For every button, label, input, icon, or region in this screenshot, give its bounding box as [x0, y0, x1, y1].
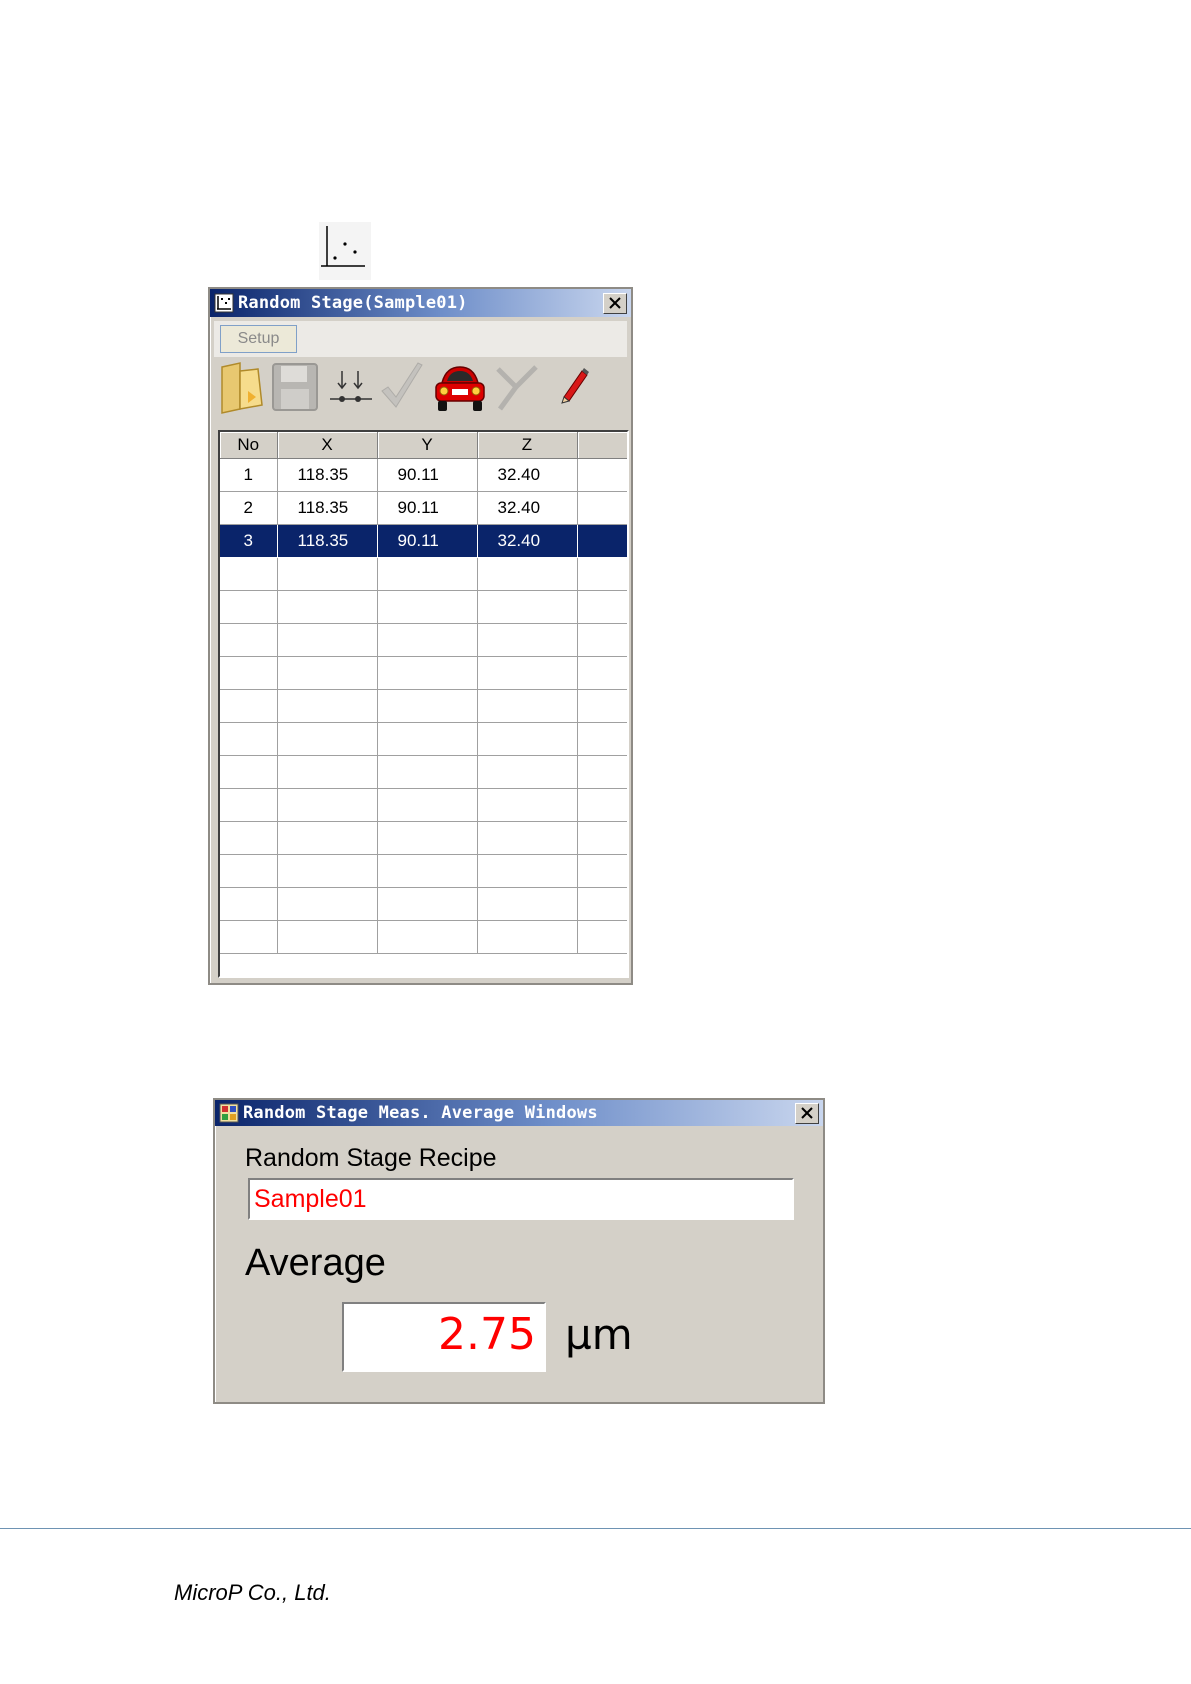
cell-z[interactable]: 32.40	[477, 458, 578, 492]
table-row[interactable]: 1 118.35 90.11 32.40	[220, 458, 627, 492]
empty-row[interactable]	[220, 689, 627, 723]
empty-row[interactable]	[220, 755, 627, 789]
table-row[interactable]: 2 118.35 90.11 32.40	[220, 491, 627, 525]
cell-extra[interactable]	[577, 524, 627, 558]
save-disk-icon[interactable]	[270, 361, 320, 413]
cell-y[interactable]: 90.11	[377, 458, 478, 492]
cell-y[interactable]: 90.11	[377, 491, 478, 525]
add-point-icon[interactable]	[328, 361, 374, 413]
table-row-selected[interactable]: 3 118.35 90.11 32.40	[220, 524, 627, 558]
recipe-name-field[interactable]: Sample01	[248, 1178, 794, 1220]
cell-extra[interactable]	[577, 491, 627, 525]
delete-x-icon[interactable]	[492, 361, 542, 413]
folder-open-icon[interactable]	[218, 361, 264, 415]
empty-row[interactable]	[220, 854, 627, 888]
points-grid[interactable]: No X Y Z 1 118.35 90.11 32.40 2 118.35 9…	[218, 430, 629, 978]
empty-row[interactable]	[220, 590, 627, 624]
average-value-field: 2.75	[342, 1302, 546, 1372]
table-header-row: No X Y Z	[220, 432, 627, 459]
random-stage-window: Random Stage(Sample01) Setup No X Y Z 1 …	[208, 287, 633, 985]
close-button[interactable]	[603, 292, 627, 314]
cell-no[interactable]: 2	[220, 491, 278, 525]
points-table: No X Y Z 1 118.35 90.11 32.40 2 118.35 9…	[220, 432, 627, 954]
window-titlebar[interactable]: Random Stage(Sample01)	[210, 289, 631, 317]
window-title: Random Stage(Sample01)	[238, 293, 468, 313]
cell-x[interactable]: 118.35	[277, 458, 378, 492]
pencil-edit-icon[interactable]	[556, 361, 592, 405]
car-move-icon[interactable]	[432, 361, 488, 415]
scatter-plot-icon[interactable]	[319, 222, 371, 280]
footer-divider	[0, 1528, 1191, 1529]
column-header-z[interactable]: Z	[477, 432, 578, 459]
cell-x[interactable]: 118.35	[277, 491, 378, 525]
window-titlebar[interactable]: Random Stage Meas. Average Windows	[215, 1100, 823, 1126]
close-icon	[609, 297, 621, 309]
empty-row[interactable]	[220, 722, 627, 756]
empty-row[interactable]	[220, 557, 627, 591]
toolbar	[216, 361, 626, 417]
app-window-icon	[219, 1103, 239, 1123]
checkmark-icon[interactable]	[378, 361, 426, 413]
menu-strip: Setup	[214, 321, 627, 357]
close-button[interactable]	[795, 1102, 819, 1124]
unit-label: µm	[565, 1310, 633, 1359]
empty-row[interactable]	[220, 887, 627, 921]
column-header-extra[interactable]	[577, 432, 627, 459]
average-window: Random Stage Meas. Average Windows Rando…	[213, 1098, 825, 1404]
cell-y[interactable]: 90.11	[377, 524, 478, 558]
recipe-label: Random Stage Recipe	[245, 1144, 497, 1172]
app-window-icon	[214, 293, 234, 313]
column-header-x[interactable]: X	[277, 432, 378, 459]
cell-z[interactable]: 32.40	[477, 524, 578, 558]
empty-row[interactable]	[220, 656, 627, 690]
empty-row[interactable]	[220, 788, 627, 822]
column-header-no[interactable]: No	[220, 432, 278, 459]
average-label: Average	[245, 1242, 386, 1284]
company-name: MicroP Co., Ltd.	[174, 1580, 331, 1605]
empty-row[interactable]	[220, 623, 627, 657]
empty-row[interactable]	[220, 821, 627, 855]
column-header-y[interactable]: Y	[377, 432, 478, 459]
window-title: Random Stage Meas. Average Windows	[243, 1103, 598, 1123]
cell-no[interactable]: 3	[220, 524, 278, 558]
empty-row[interactable]	[220, 920, 627, 954]
cell-z[interactable]: 32.40	[477, 491, 578, 525]
close-icon	[801, 1107, 813, 1119]
cell-extra[interactable]	[577, 458, 627, 492]
setup-button[interactable]: Setup	[220, 325, 297, 353]
cell-x[interactable]: 118.35	[277, 524, 378, 558]
cell-no[interactable]: 1	[220, 458, 278, 492]
